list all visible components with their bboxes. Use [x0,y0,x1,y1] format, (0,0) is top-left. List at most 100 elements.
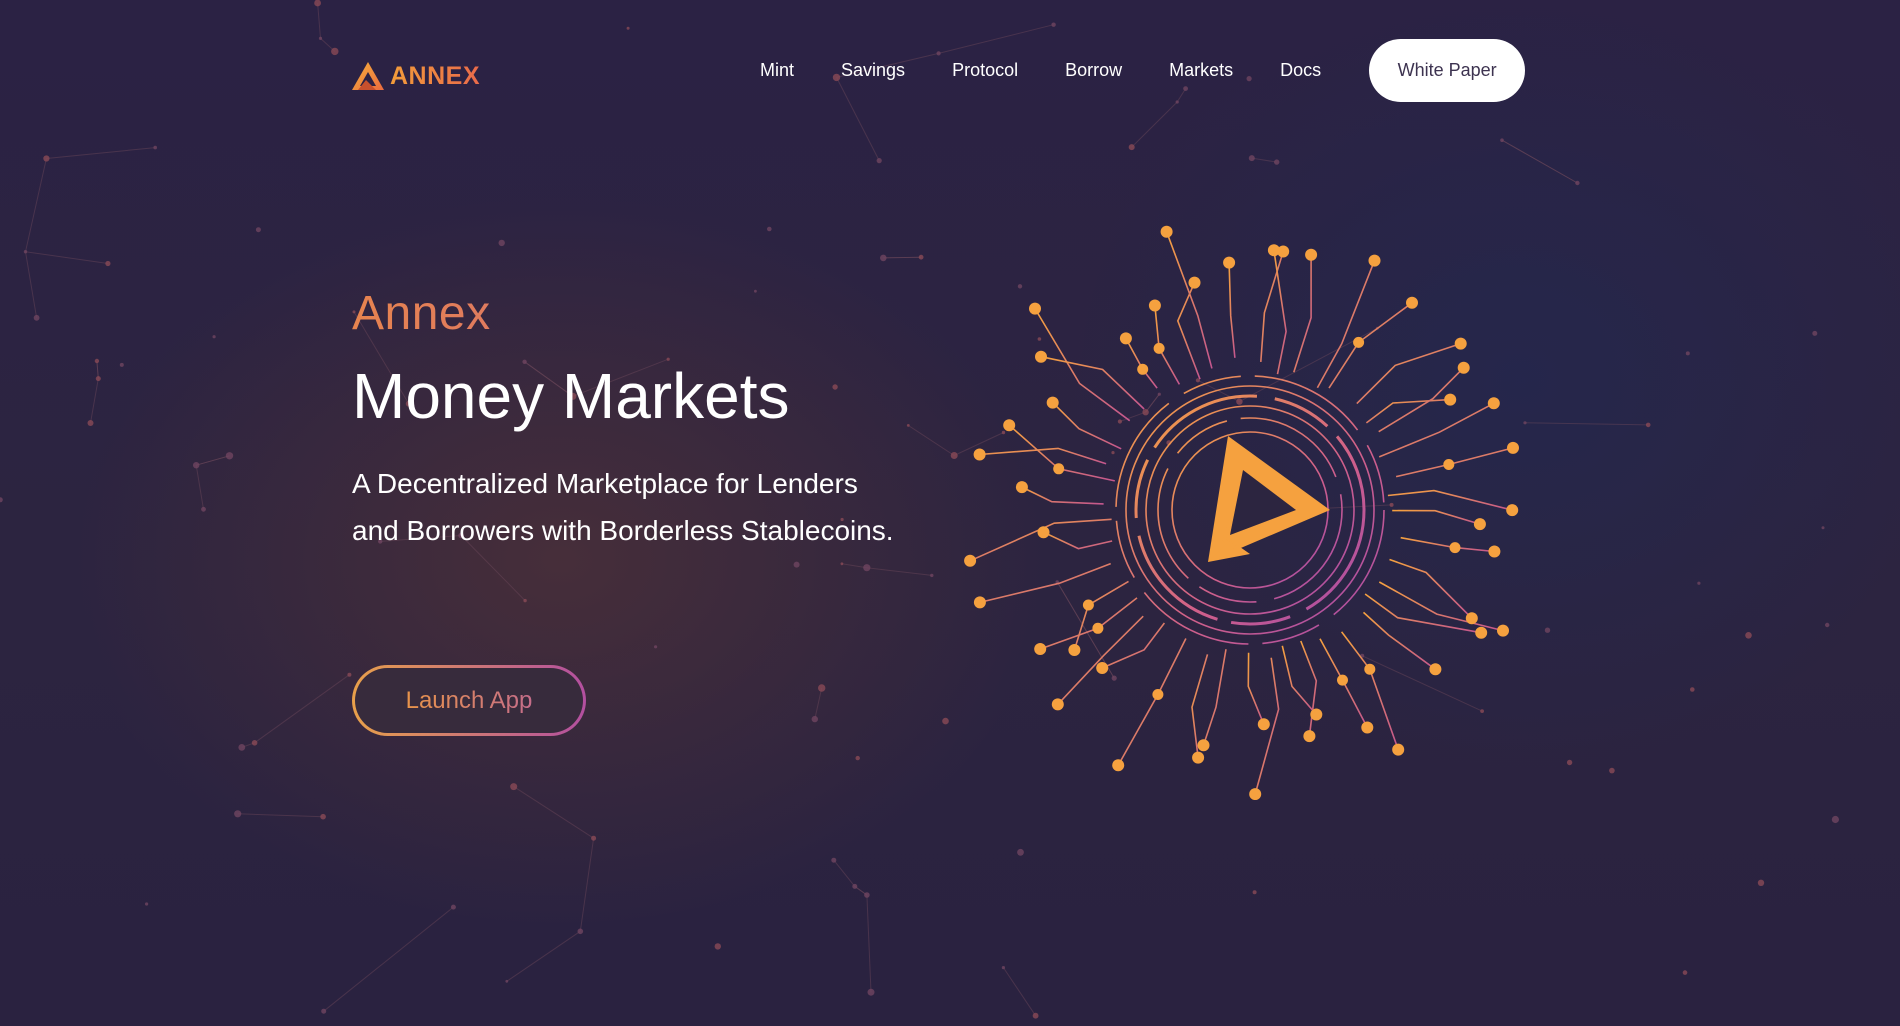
network-dot [577,928,584,935]
circuit-node [1152,689,1164,700]
hero-eyebrow: Annex [352,290,932,338]
network-dot [1821,526,1825,530]
circuit-node [1353,336,1365,348]
network-line [506,930,581,982]
nav-link-markets[interactable]: Markets [1169,60,1233,81]
circuit-node [1506,504,1519,517]
network-line [25,158,47,252]
network-dot [818,684,826,692]
annex-logo[interactable]: ANNEX [352,60,480,92]
nav-link-docs[interactable]: Docs [1280,60,1321,81]
circuit-node [1046,396,1059,409]
circuit-node [1148,299,1161,312]
circuit-node [1082,599,1094,611]
network-line [866,894,872,993]
circuit-node [1137,363,1149,375]
circuit-node [1068,644,1081,656]
circuit-node [1368,254,1381,267]
circuit-node [1507,441,1519,454]
network-dot [201,506,206,512]
network-line [1002,967,1037,1016]
circuit-trace [1101,622,1166,669]
white-paper-button[interactable]: White Paper [1369,38,1526,102]
network-dot [930,573,934,578]
network-line [513,786,594,839]
network-dot [1609,767,1615,774]
nav-link-protocol[interactable]: Protocol [952,60,1018,81]
network-dot [94,358,100,364]
network-dot [1690,687,1695,692]
circuit-trace [1389,558,1473,619]
network-dot [43,155,50,162]
network-line [1131,101,1178,148]
network-dot [105,260,111,267]
hero-subtitle: A Decentralized Marketplace for Lenders … [352,468,894,546]
circuit-node [1096,662,1109,674]
network-dot [1685,351,1690,356]
circuit-node [1303,730,1316,743]
network-line [96,360,99,379]
network-dot [876,158,882,164]
circuit-trace [979,562,1111,604]
network-dot [864,892,870,898]
network-dot [1252,890,1257,895]
page-title: Money Markets [352,360,790,432]
network-dot [654,645,658,649]
nav-link-mint[interactable]: Mint [760,60,794,81]
network-dot [1032,1012,1039,1019]
network-dot [234,810,242,818]
circuit-trace [1228,262,1236,358]
circuit-node [1305,248,1318,261]
network-dot [831,857,837,863]
network-line [317,2,321,39]
circuit-trace [1400,536,1495,553]
network-dot [238,744,246,751]
network-dot [1825,622,1830,628]
network-line [323,906,454,1012]
network-dot [510,783,518,791]
network-line [25,251,108,264]
network-line [1501,139,1578,184]
circuit-node [1475,626,1488,639]
network-dot [33,314,40,321]
network-line [814,687,823,720]
circuit-trace [1300,640,1318,737]
network-dot [880,254,887,262]
network-dot [855,755,860,761]
circuit-trace [1273,250,1287,375]
nav-link-borrow[interactable]: Borrow [1065,60,1122,81]
circuit-node [1051,698,1064,711]
network-dot [1128,144,1135,151]
launch-app-button[interactable]: Launch App [352,665,586,736]
circuit-node [1392,743,1405,756]
circuit-trace [1247,652,1265,725]
network-dot [321,1008,327,1014]
circuit-node [1429,663,1442,676]
circuit-trace [1165,231,1213,369]
network-dot [714,943,721,950]
network-dot [347,672,352,677]
network-dot [1812,330,1818,336]
circuit-node [1361,721,1374,734]
circuit-trace [1202,649,1227,746]
network-dot [1500,138,1504,142]
circuit-node [1188,276,1201,289]
network-dot [1831,815,1839,824]
nav-link-savings[interactable]: Savings [841,60,905,81]
network-dot [1017,848,1024,856]
circuit-node [1192,751,1205,764]
circuit-node [1015,481,1028,494]
network-dot [320,813,326,820]
circuit-node [1029,302,1041,315]
circuit-trace [1378,402,1495,458]
circuit-trace [1260,251,1284,362]
circuit-trace [1281,645,1317,716]
network-dot [193,462,200,469]
circuit-node [1034,643,1047,655]
network-dot [1544,627,1551,633]
circuit-node [1364,663,1376,675]
circuit-trace [1395,447,1514,478]
network-dot [950,452,958,459]
hero-section: Annex Money Markets A Decentralized Mark… [352,290,932,554]
network-line [46,147,156,159]
